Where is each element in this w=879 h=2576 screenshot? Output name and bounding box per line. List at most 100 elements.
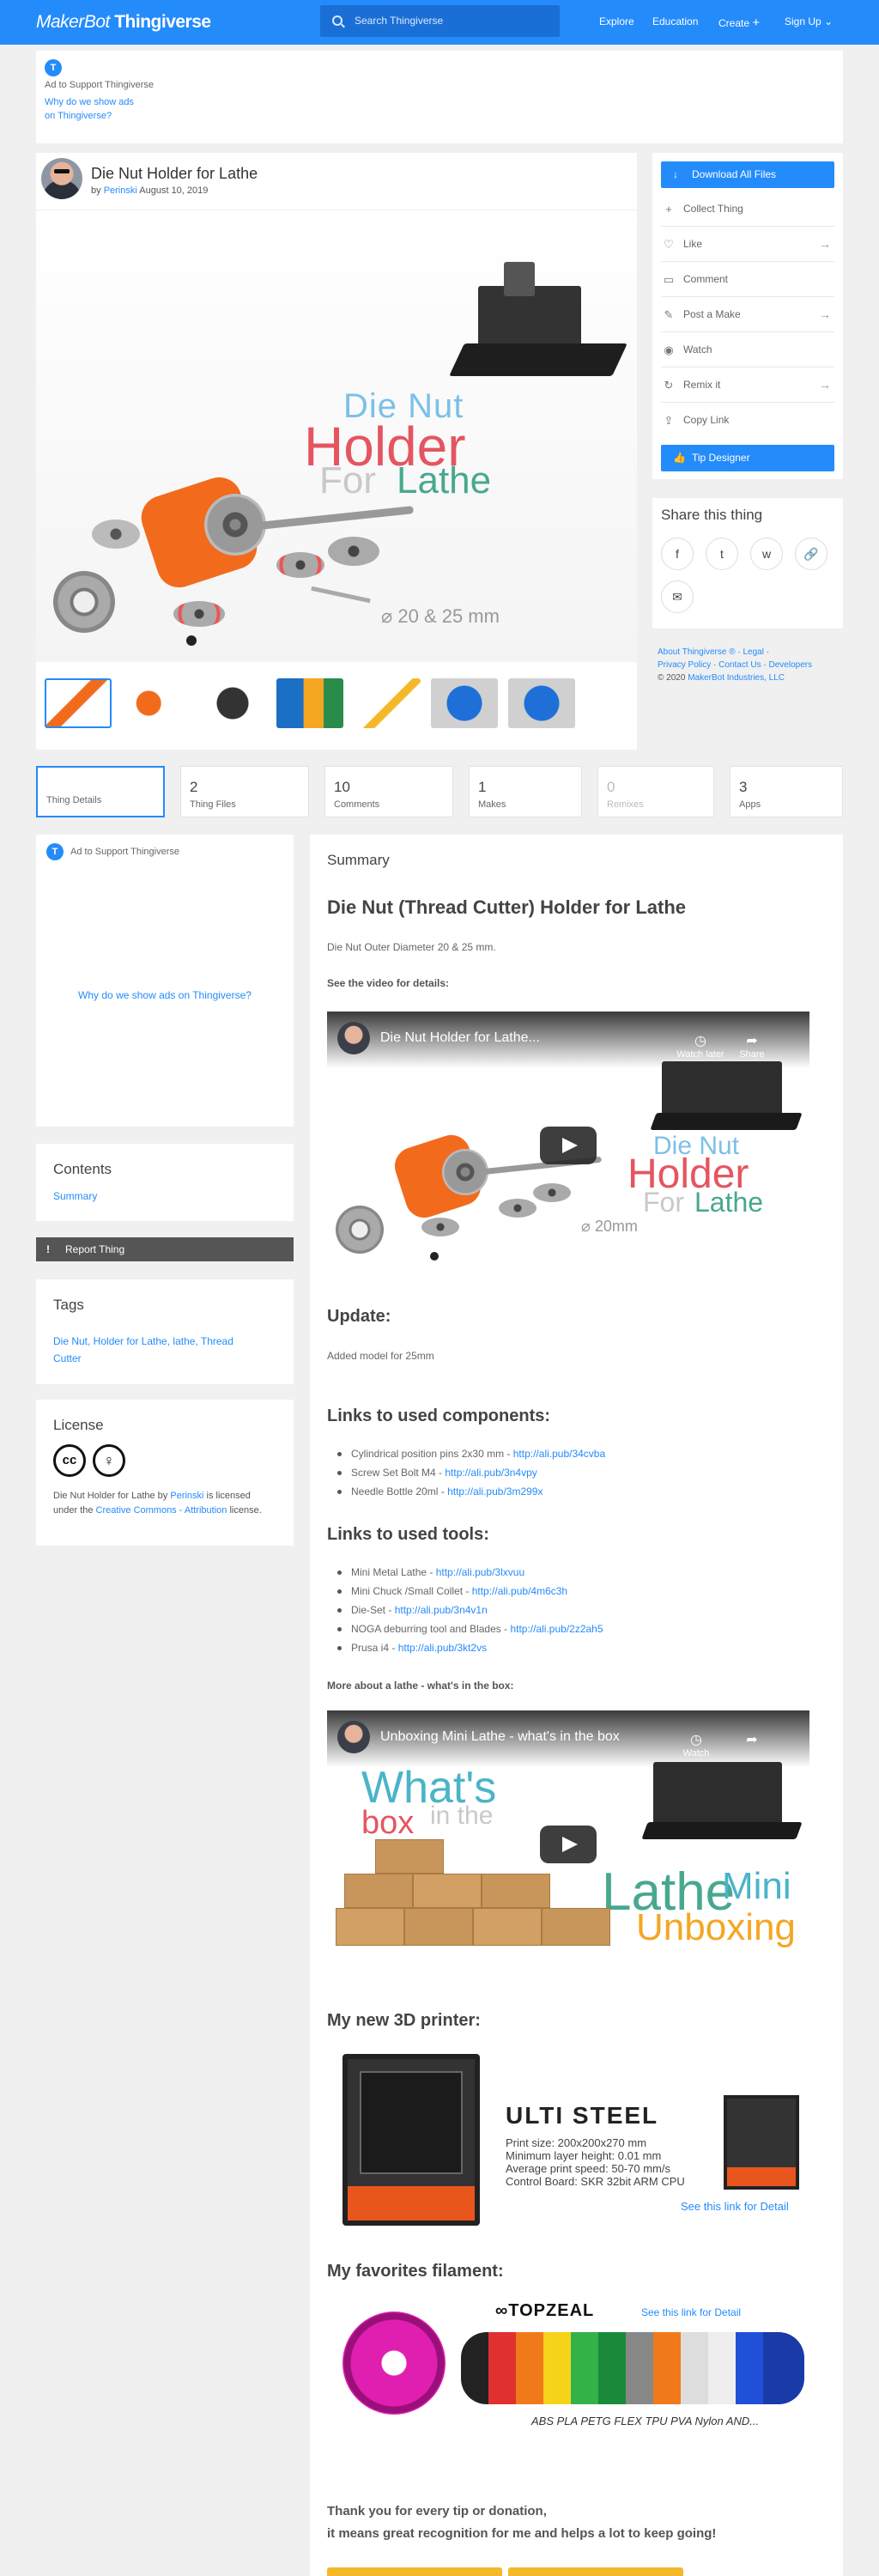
thing-byline: by Perinski August 10, 2019 [91,185,209,196]
filament-detail-link[interactable]: See this link for Detail [641,2306,741,2318]
watch-later-button[interactable]: ◷ Watch [670,1731,722,1759]
filament-rolls-image [461,2332,804,2404]
hero-image[interactable]: Die Nut Holder For Lathe ⌀ 20 & 25 mm [36,210,637,662]
component-link[interactable]: http://ali.pub/3m299x [447,1485,543,1498]
email-icon[interactable]: ✉ [661,580,694,613]
logo[interactable]: MakerBot Thingiverse [36,12,211,33]
comment-button[interactable]: ▭ Comment [661,262,834,297]
thing-card: Die Nut Holder for Lathe by Perinski Aug… [36,153,637,750]
ad-label: Ad to Support Thingiverse [45,80,154,90]
tab-comments[interactable]: 10 Comments [324,766,453,817]
thumbnail-7[interactable] [508,678,575,728]
tab-thing-files[interactable]: 2 Thing Files [180,766,309,817]
whatsapp-icon[interactable]: w [750,538,783,570]
tags-panel: Tags Die Nut, Holder for Lathe, lathe, T… [36,1279,294,1384]
hero-text-for: For [319,459,376,501]
download-all-files-button[interactable]: ↓ Download All Files [661,161,834,188]
legal-link[interactable]: Legal [743,647,763,657]
tip-designer-button[interactable]: 👍 Tip Designer [661,445,834,471]
nav-education[interactable]: Education [652,15,698,27]
video-embed-2[interactable]: Unboxing Mini Lathe - what's in the box … [327,1710,809,1978]
video-share-button[interactable]: ➦ Share [730,1032,773,1060]
component-link[interactable]: http://ali.pub/34cvba [513,1448,605,1460]
creative-commons-link[interactable]: Creative Commons - Attribution [96,1505,227,1516]
copy-link-button[interactable]: ⇪ Copy Link [661,403,834,438]
donate-button-1[interactable] [327,2567,502,2576]
update-heading: Update: [327,1307,391,1326]
printer-banner[interactable]: ULTI STEEL Print size: 200x200x270 mm Mi… [327,2045,809,2234]
play-button[interactable] [540,1127,597,1164]
share-title: Share this thing [661,507,763,523]
contents-summary-link[interactable]: Summary [53,1190,97,1202]
ad-why-link[interactable]: Why do we show ads on Thingiverse? [36,989,294,1001]
more-lathe-text: More about a lathe - what's in the box: [327,1680,514,1692]
watch-button[interactable]: ◉ Watch [661,332,834,368]
clock-icon: ◷ [694,1034,706,1048]
ad-why-link[interactable]: Why do we show ads on Thingiverse? [45,95,134,123]
filament-banner[interactable]: ∞TOPZEAL See this link for Detail ABS PL… [327,2294,809,2440]
nav-sign-up[interactable]: Sign Up ⌄ [785,15,833,27]
thumbnail-5[interactable] [354,678,421,728]
thanks-text: Thank you for every tip or donation, it … [327,2504,717,2541]
printer-detail-link[interactable]: See this link for Detail [681,2200,789,2213]
nav-create[interactable]: Create + [718,15,760,30]
filament-spool-image [343,2312,446,2415]
infinity-icon: ∞ [495,2301,509,2320]
tab-thing-details[interactable]: Thing Details [36,766,165,817]
twitter-icon[interactable]: t [706,538,738,570]
summary-title: Die Nut (Thread Cutter) Holder for Lathe [327,896,687,918]
creative-commons-icon: cc [53,1444,86,1477]
video-1-title: Die Nut Holder for Lathe... [380,1030,540,1045]
play-button[interactable] [540,1826,597,1863]
summary-heading: Summary [327,852,390,868]
tool-link[interactable]: http://ali.pub/3kt2vs [398,1642,487,1654]
tag-links[interactable]: Die Nut, Holder for Lathe, lathe, Thread… [53,1333,233,1367]
like-button[interactable]: ♡ Like → [661,227,834,262]
thumbnail-6[interactable] [431,678,498,728]
share-arrow-icon[interactable]: ➦ [730,1731,773,1748]
summary-panel: Summary Die Nut (Thread Cutter) Holder f… [310,835,843,2576]
facebook-icon[interactable]: f [661,538,694,570]
video-embed-1[interactable]: Die Nut Holder for Lathe... ◷ Watch later… [327,1012,809,1279]
component-link[interactable]: http://ali.pub/3n4vpy [445,1467,536,1479]
watch-later-button[interactable]: ◷ Watch later [670,1032,730,1060]
license-author-link[interactable]: Perinski [170,1491,203,1501]
thing-actions-panel: ↓ Download All Files + Collect Thing ♡ Like… [652,153,843,479]
thumbnail-2[interactable] [122,678,189,728]
tab-apps[interactable]: 3 Apps [730,766,843,817]
contact-link[interactable]: Contact Us [718,660,761,670]
tool-link[interactable]: http://ali.pub/4m6c3h [472,1585,567,1597]
tab-makes[interactable]: 1 Makes [469,766,582,817]
developers-link[interactable]: Developers [769,660,813,670]
tools-heading: Links to used tools: [327,1525,489,1544]
makerbot-link[interactable]: MakerBot Industries, LLC [688,673,785,683]
remix-button[interactable]: ↻ Remix it → [661,368,834,403]
chevron-down-icon: ⌄ [824,15,834,27]
donate-button-2[interactable] [508,2567,683,2576]
ad-sidebar: T Ad to Support Thingiverse Why do we sh… [36,835,294,1127]
report-thing-button[interactable]: ! Report Thing [36,1237,294,1261]
list-item: Die-Set - http://ali.pub/3n4v1n [336,1601,603,1619]
share-icon: ⇪ [664,414,674,427]
avatar[interactable] [41,158,82,199]
author-link[interactable]: Perinski [104,185,137,196]
thumbnail-1[interactable] [45,678,112,728]
collect-thing-button[interactable]: + Collect Thing [661,191,834,227]
post-a-make-button[interactable]: ✎ Post a Make → [661,297,834,332]
tab-remixes[interactable]: 0 Remixes [597,766,714,817]
tool-link[interactable]: http://ali.pub/2z2ah5 [510,1623,603,1635]
privacy-link[interactable]: Privacy Policy [658,660,711,670]
thing-title: Die Nut Holder for Lathe [91,165,258,182]
thumbnail-3[interactable] [199,678,266,728]
see-video-text: See the video for details: [327,977,450,989]
link-icon[interactable]: 🔗 [795,538,827,570]
about-link[interactable]: About Thingiverse ® [658,647,736,657]
nav-explore[interactable]: Explore [599,15,634,27]
tool-link[interactable]: http://ali.pub/3n4v1n [395,1604,488,1616]
components-heading: Links to used components: [327,1406,551,1425]
search-input[interactable]: Search Thingiverse [320,5,560,37]
thumbnail-4[interactable] [276,678,343,728]
filament-brand: ∞TOPZEAL [495,2301,595,2320]
tool-link[interactable]: http://ali.pub/3lxvuu [436,1566,524,1578]
license-title: License [53,1417,104,1433]
